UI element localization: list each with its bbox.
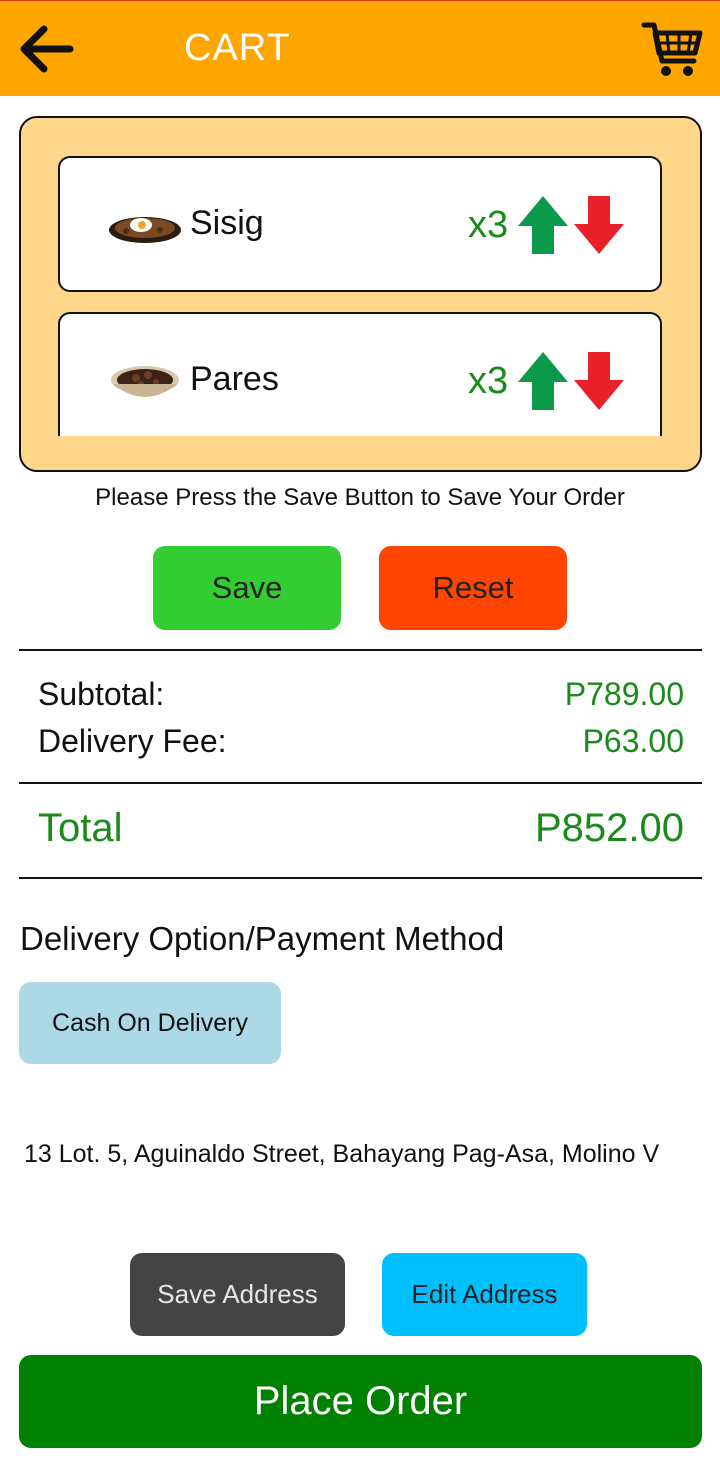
- item-quantity: x3: [468, 360, 509, 402]
- divider: [19, 782, 702, 784]
- back-button[interactable]: [20, 25, 76, 73]
- delivery-section-title: Delivery Option/Payment Method: [20, 920, 505, 957]
- decrease-quantity-button[interactable]: [572, 350, 626, 412]
- total-label: Total: [38, 806, 123, 850]
- arrow-up-icon: [518, 352, 568, 410]
- place-order-button[interactable]: Place Order: [19, 1355, 702, 1448]
- sisig-dish-image: [109, 217, 181, 243]
- increase-quantity-button[interactable]: [516, 194, 570, 256]
- arrow-up-icon: [518, 196, 568, 254]
- cart-list-viewport: Pares x3: [21, 312, 700, 436]
- cart-item-sisig: Sisig x3: [58, 156, 662, 292]
- item-quantity: x3: [468, 204, 509, 246]
- shopping-cart-icon: [641, 22, 703, 76]
- item-name: Pares: [190, 360, 279, 398]
- item-name: Sisig: [190, 204, 264, 242]
- save-button[interactable]: Save: [153, 546, 341, 630]
- arrow-down-icon: [574, 352, 624, 410]
- save-address-button[interactable]: Save Address: [130, 1253, 345, 1336]
- save-order-hint: Please Press the Save Button to Save You…: [95, 484, 625, 511]
- reset-button[interactable]: Reset: [379, 546, 567, 630]
- arrow-down-icon: [574, 196, 624, 254]
- arrow-left-icon: [20, 25, 74, 73]
- increase-quantity-button[interactable]: [516, 350, 570, 412]
- subtotal-label: Subtotal:: [38, 676, 165, 712]
- cash-on-delivery-button[interactable]: Cash On Delivery: [19, 982, 281, 1064]
- divider: [19, 877, 702, 879]
- cart-item-pares: Pares x3: [58, 312, 662, 436]
- app-header: CART: [0, 0, 720, 96]
- cart-button[interactable]: [640, 17, 704, 81]
- cart-items-panel[interactable]: Sisig x3 Pares x3: [19, 116, 702, 472]
- decrease-quantity-button[interactable]: [572, 194, 626, 256]
- subtotal-value: P789.00: [564, 676, 684, 712]
- pares-dish-image: [111, 366, 179, 397]
- delivery-fee-label: Delivery Fee:: [38, 723, 227, 759]
- edit-address-button[interactable]: Edit Address: [382, 1253, 587, 1336]
- delivery-address: 13 Lot. 5, Aguinaldo Street, Bahayang Pa…: [24, 1140, 660, 1168]
- total-value: P852.00: [534, 806, 684, 850]
- delivery-fee-value: P63.00: [582, 723, 684, 759]
- page-title: CART: [184, 27, 291, 69]
- divider: [19, 649, 702, 651]
